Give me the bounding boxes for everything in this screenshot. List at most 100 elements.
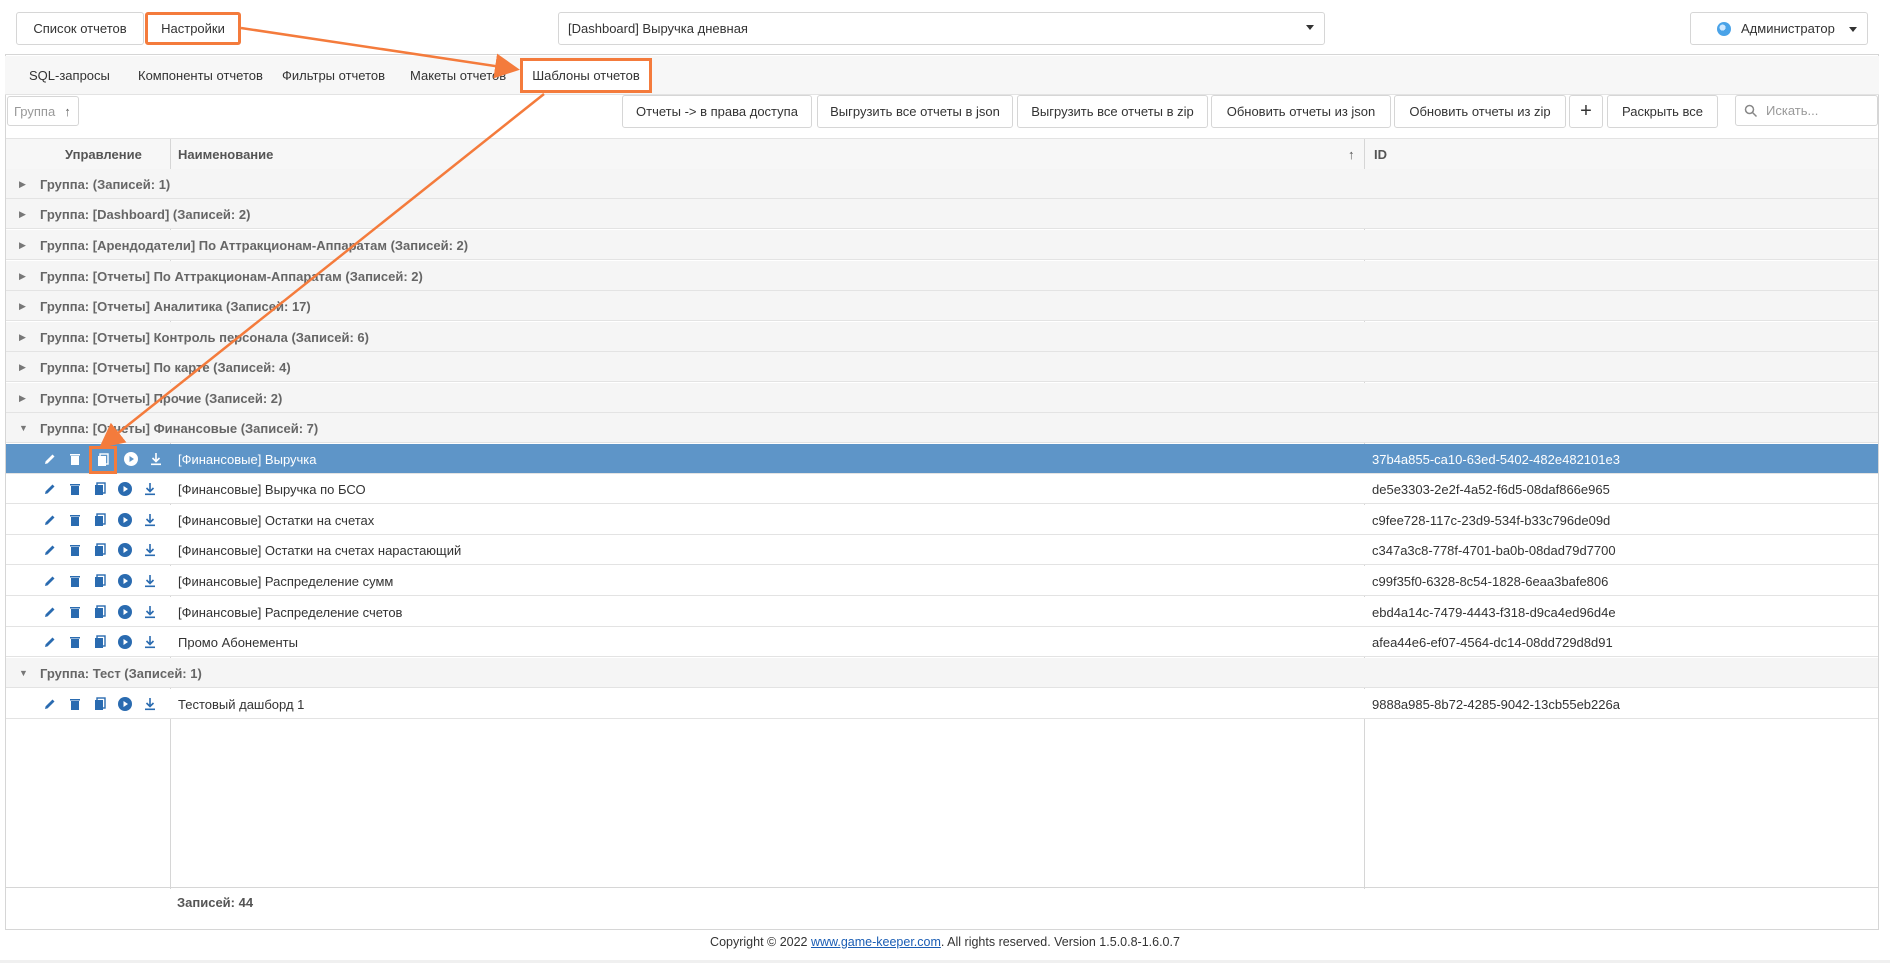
- download-icon[interactable]: [142, 512, 158, 528]
- copy-icon[interactable]: [92, 481, 108, 497]
- copy-icon[interactable]: [92, 696, 108, 712]
- chevron-right-icon: ▶: [19, 393, 26, 403]
- edit-icon[interactable]: [42, 604, 58, 620]
- group-row[interactable]: ▶ Группа: [Отчеты] По Аттракционам-Аппара…: [6, 261, 1878, 291]
- run-icon[interactable]: [117, 512, 133, 528]
- update-from-zip-button[interactable]: Обновить отчеты из zip: [1394, 95, 1566, 128]
- edit-icon[interactable]: [42, 573, 58, 589]
- run-icon[interactable]: [117, 481, 133, 497]
- edit-icon[interactable]: [42, 542, 58, 558]
- column-header-id[interactable]: ID: [1374, 139, 1387, 169]
- expand-all-button[interactable]: Раскрыть все: [1607, 95, 1718, 128]
- group-row[interactable]: ▶ Группа: [Арендодатели] По Аттракционам-…: [6, 230, 1878, 260]
- group-row[interactable]: ▶ Группа: [Отчеты] По карте (Записей: 4): [6, 352, 1878, 382]
- tab-report-list[interactable]: Список отчетов: [16, 12, 144, 45]
- delete-icon[interactable]: [67, 451, 83, 467]
- row-name: [Финансовые] Остатки на счетах нарастающ…: [178, 542, 462, 558]
- run-icon[interactable]: [117, 573, 133, 589]
- group-by-field[interactable]: Группа ↑: [7, 96, 79, 126]
- row-id: de5e3303-2e2f-4a52-f6d5-08daf866e965: [1372, 481, 1610, 497]
- copy-icon[interactable]: [92, 604, 108, 620]
- group-label: Группа: [Отчеты] По карте (Записей: 4): [40, 359, 291, 375]
- delete-icon[interactable]: [67, 604, 83, 620]
- run-icon[interactable]: [117, 696, 133, 712]
- edit-icon[interactable]: [42, 696, 58, 712]
- chevron-right-icon: ▶: [19, 209, 26, 219]
- delete-icon[interactable]: [67, 481, 83, 497]
- run-icon[interactable]: [123, 451, 139, 467]
- table-row[interactable]: [Финансовые] Выручка 37b4a855-ca10-63ed-…: [6, 444, 1878, 474]
- delete-icon[interactable]: [67, 512, 83, 528]
- download-icon[interactable]: [142, 573, 158, 589]
- chevron-down-icon: [1306, 25, 1314, 30]
- sort-up-icon[interactable]: ↑: [1348, 139, 1355, 169]
- copyright-prefix: Copyright © 2022: [710, 935, 811, 949]
- edit-icon[interactable]: [42, 451, 58, 467]
- column-header-control[interactable]: Управление: [65, 139, 142, 169]
- tab-report-layouts[interactable]: Макеты отчетов: [410, 56, 506, 94]
- group-row[interactable]: ▶ Группа: [Отчеты] Прочие (Записей: 2): [6, 383, 1878, 413]
- row-id: afea44e6-ef07-4564-dc14-08dd729d8d91: [1372, 634, 1613, 650]
- download-icon[interactable]: [142, 542, 158, 558]
- delete-icon[interactable]: [67, 542, 83, 558]
- table-row[interactable]: [Финансовые] Выручка по БСО de5e3303-2e2…: [6, 474, 1878, 504]
- group-row[interactable]: ▶ Группа: [Dashboard] (Записей: 2): [6, 199, 1878, 229]
- edit-icon[interactable]: [42, 634, 58, 650]
- group-label: Группа: [Арендодатели] По Аттракционам-А…: [40, 237, 469, 253]
- row-name: [Финансовые] Распределение счетов: [178, 604, 403, 620]
- copy-icon[interactable]: [92, 512, 108, 528]
- group-row-expanded[interactable]: ▼ Группа: Тест (Записей: 1): [6, 658, 1878, 688]
- group-label: Группа: [Отчеты] Финансовые (Записей: 7): [40, 420, 319, 436]
- download-icon[interactable]: [142, 604, 158, 620]
- table-row[interactable]: Промо Абонементы afea44e6-ef07-4564-dc14…: [6, 627, 1878, 657]
- copyright-suffix: . All rights reserved. Version 1.5.0.8-1…: [940, 935, 1180, 949]
- copy-icon[interactable]: [92, 542, 108, 558]
- delete-icon[interactable]: [67, 696, 83, 712]
- group-label: Группа: (Записей: 1): [40, 176, 171, 192]
- search-icon: [1744, 104, 1758, 117]
- row-actions: [42, 573, 158, 589]
- delete-icon[interactable]: [67, 573, 83, 589]
- download-icon[interactable]: [142, 634, 158, 650]
- group-label: Группа: [Отчеты] По Аттракционам-Аппарат…: [40, 268, 423, 284]
- run-icon[interactable]: [117, 604, 133, 620]
- table-row[interactable]: [Финансовые] Остатки на счетах нарастающ…: [6, 535, 1878, 565]
- group-row-expanded[interactable]: ▼ Группа: [Отчеты] Финансовые (Записей: 7…: [6, 413, 1878, 443]
- tab-report-templates[interactable]: Шаблоны отчетов: [520, 58, 652, 93]
- copy-icon[interactable]: [89, 446, 117, 474]
- group-row[interactable]: ▶ Группа: (Записей: 1): [6, 169, 1878, 199]
- export-all-json-button[interactable]: Выгрузить все отчеты в json: [817, 95, 1013, 128]
- tab-report-filters[interactable]: Фильтры отчетов: [282, 56, 385, 94]
- copy-icon[interactable]: [92, 634, 108, 650]
- tab-settings[interactable]: Настройки: [145, 12, 241, 45]
- run-icon[interactable]: [117, 542, 133, 558]
- table-row[interactable]: [Финансовые] Остатки на счетах c9fee728-…: [6, 505, 1878, 535]
- reports-to-access-rights-button[interactable]: Отчеты -> в права доступа: [622, 95, 812, 128]
- group-row[interactable]: ▶ Группа: [Отчеты] Контроль персонала (За…: [6, 322, 1878, 352]
- copy-icon[interactable]: [92, 573, 108, 589]
- run-icon[interactable]: [117, 634, 133, 650]
- download-icon[interactable]: [142, 481, 158, 497]
- edit-icon[interactable]: [42, 512, 58, 528]
- download-icon[interactable]: [142, 696, 158, 712]
- chevron-right-icon: ▶: [19, 362, 26, 372]
- row-id: ebd4a14c-7479-4443-f318-d9ca4ed96d4e: [1372, 604, 1616, 620]
- table-row[interactable]: [Финансовые] Распределение сумм c99f35f0…: [6, 566, 1878, 596]
- tab-report-components[interactable]: Компоненты отчетов: [138, 56, 263, 94]
- site-link[interactable]: www.game-keeper.com: [811, 935, 941, 949]
- column-header-name[interactable]: Наименование: [178, 139, 273, 169]
- table-row[interactable]: Тестовый дашборд 1 9888a985-8b72-4285-90…: [6, 689, 1878, 719]
- chevron-down-icon: ▼: [19, 423, 28, 433]
- add-button[interactable]: +: [1569, 95, 1603, 128]
- table-row[interactable]: [Финансовые] Распределение счетов ebd4a1…: [6, 597, 1878, 627]
- report-select[interactable]: [Dashboard] Выручка дневная: [558, 12, 1325, 45]
- edit-icon[interactable]: [42, 481, 58, 497]
- download-icon[interactable]: [148, 451, 164, 467]
- user-menu-button[interactable]: Администратор: [1690, 12, 1868, 45]
- update-from-json-button[interactable]: Обновить отчеты из json: [1211, 95, 1391, 128]
- delete-icon[interactable]: [67, 634, 83, 650]
- export-all-zip-button[interactable]: Выгрузить все отчеты в zip: [1017, 95, 1208, 128]
- tab-sql-queries[interactable]: SQL-запросы: [29, 56, 110, 94]
- search-input[interactable]: Искать...: [1735, 95, 1878, 126]
- group-row[interactable]: ▶ Группа: [Отчеты] Аналитика (Записей: 17…: [6, 291, 1878, 321]
